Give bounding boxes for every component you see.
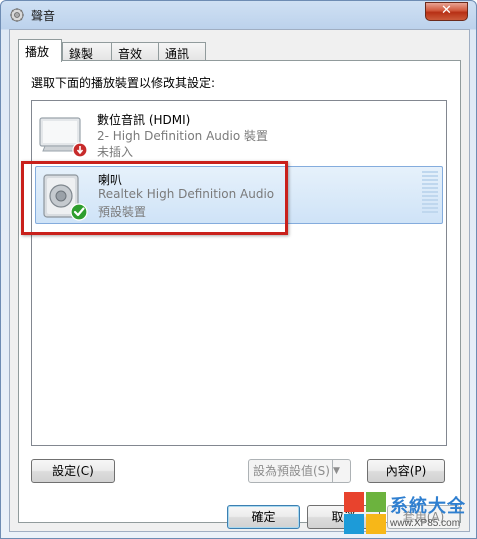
device-name: 喇叭 [98,173,123,187]
set-default-button[interactable]: 設為預設值(S) ▼ [248,459,351,483]
watermark-brand: 系統大全 [390,496,466,517]
volume-level-meter [422,171,438,215]
speaker-icon [43,174,88,221]
default-checkmark-icon [70,203,88,221]
window-title: 聲音 [31,9,56,23]
playback-device-list[interactable]: 數位音訊 (HDMI) 2- High Definition Audio 裝置 … [31,100,447,446]
unplugged-badge-icon [72,142,87,158]
tab-recording[interactable]: 錄製 [62,42,112,61]
ok-button[interactable]: 確定 [227,505,300,529]
playback-tab-panel: 選取下面的播放裝置以修改其設定: 數位音訊 (HDMI) 2- High Def… [18,60,461,523]
watermark: 系統大全 www.XP85.com [340,488,477,539]
watermark-url: www.XP85.com [390,518,461,529]
instruction-label: 選取下面的播放裝置以修改其設定: [31,76,216,90]
tab-playback[interactable]: 播放 [18,39,62,62]
monitor-icon [39,117,87,158]
chevron-down-icon[interactable]: ▼ [332,460,350,482]
device-item-speakers[interactable]: 喇叭 Realtek High Definition Audio 預設裝置 [35,166,443,224]
sound-settings-icon [10,8,24,22]
tab-sounds[interactable]: 音效 [111,42,159,61]
device-description: 2- High Definition Audio 裝置 [97,129,269,143]
close-icon: ✕ [441,3,452,18]
title-bar[interactable]: 聲音 ✕ [1,1,476,29]
dialog-client-area: 播放 錄製 音效 通訊 選取下面的播放裝置以修改其設定: 數位音訊 (HDMI)… [9,29,470,532]
tab-communications[interactable]: 通訊 [158,42,206,61]
device-description: Realtek High Definition Audio [98,187,275,201]
set-default-label: 設為預設值(S) [253,464,330,478]
sound-dialog-window: 聲音 ✕ 播放 錄製 音效 通訊 選取下面的播放裝置以修改其設定: 數位音訊 (… [0,0,477,539]
windows-logo-icon [344,492,386,534]
device-status: 預設裝置 [98,205,147,219]
properties-button[interactable]: 內容(P) [367,459,445,483]
device-status: 未插入 [97,145,134,159]
configure-button[interactable]: 設定(C) [31,459,115,483]
device-item-hdmi[interactable]: 數位音訊 (HDMI) 2- High Definition Audio 裝置 … [35,105,443,163]
close-button[interactable]: ✕ [425,2,468,21]
device-name: 數位音訊 (HDMI) [97,113,191,127]
